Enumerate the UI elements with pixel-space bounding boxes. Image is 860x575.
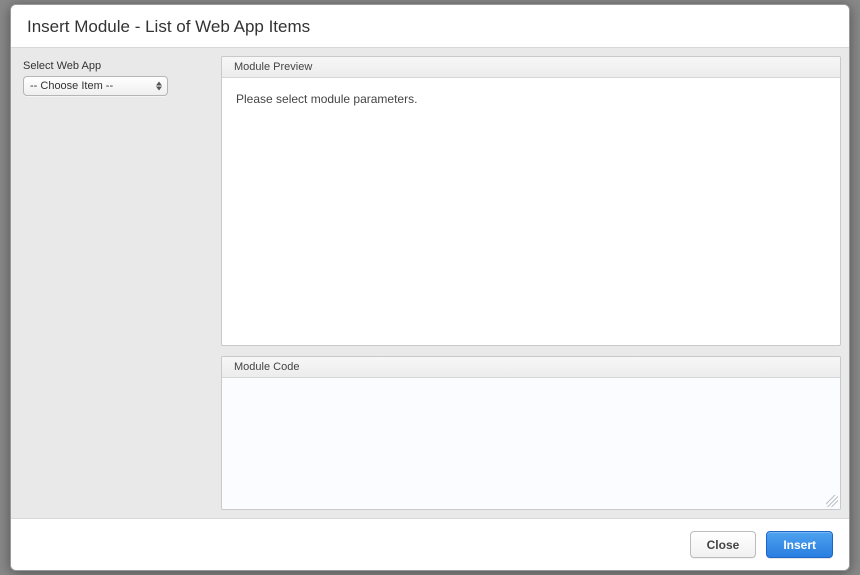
dialog-footer: Close Insert — [11, 518, 849, 570]
insert-button[interactable]: Insert — [766, 531, 833, 558]
module-preview-body: Please select module parameters. — [222, 78, 840, 345]
module-code-body — [222, 378, 840, 509]
sidebar: Select Web App -- Choose Item -- — [11, 48, 221, 518]
select-webapp-dropdown[interactable]: -- Choose Item -- — [23, 76, 168, 96]
select-webapp-wrap: -- Choose Item -- — [23, 76, 168, 96]
dialog-title: Insert Module - List of Web App Items — [27, 17, 833, 37]
dialog-body: Select Web App -- Choose Item -- Module … — [11, 48, 849, 518]
select-webapp-label: Select Web App — [23, 60, 209, 72]
main-area: Module Preview Please select module para… — [221, 48, 849, 518]
module-code-panel: Module Code — [221, 356, 841, 510]
module-preview-panel: Module Preview Please select module para… — [221, 56, 841, 346]
close-button[interactable]: Close — [690, 531, 757, 558]
module-preview-header: Module Preview — [222, 57, 840, 78]
dialog-header: Insert Module - List of Web App Items — [11, 5, 849, 48]
insert-module-dialog: Insert Module - List of Web App Items Se… — [10, 4, 850, 571]
module-code-textarea[interactable] — [222, 378, 840, 509]
module-code-header: Module Code — [222, 357, 840, 378]
module-preview-message: Please select module parameters. — [236, 92, 417, 106]
